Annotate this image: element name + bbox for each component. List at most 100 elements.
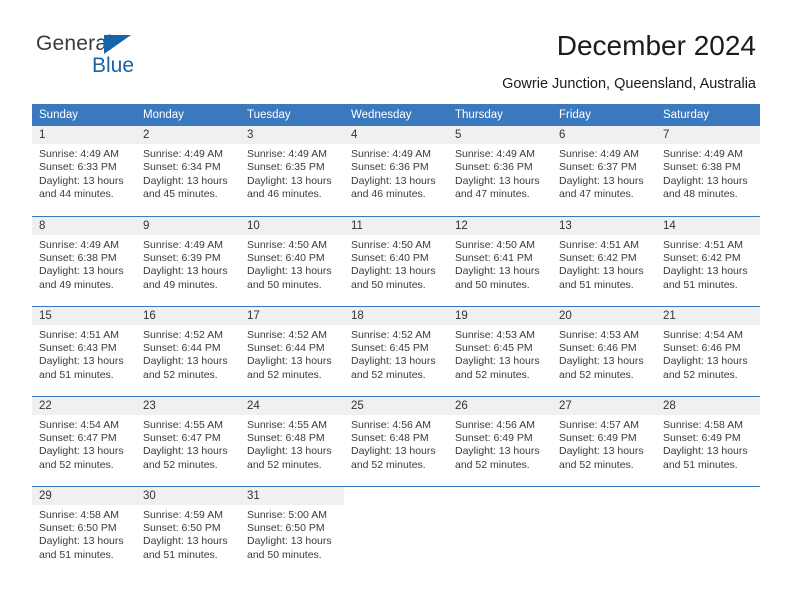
day-cell[interactable]: 8 Sunrise: 4:49 AM Sunset: 6:38 PM Daylight… bbox=[32, 215, 136, 306]
day-details: Sunrise: 4:49 AM Sunset: 6:35 PM Daylight:… bbox=[240, 144, 344, 202]
day-cell[interactable]: 2 Sunrise: 4:49 AM Sunset: 6:34 PM Daylight… bbox=[136, 126, 240, 216]
day-cell[interactable]: 17 Sunrise: 4:52 AM Sunset: 6:44 PM Dayligh… bbox=[240, 305, 344, 396]
day-cell[interactable]: 12 Sunrise: 4:50 AM Sunset: 6:41 PM Dayligh… bbox=[448, 215, 552, 306]
weekday-header-monday: Monday bbox=[136, 104, 240, 126]
daylight-duration: Daylight: 13 hours and 52 minutes. bbox=[559, 445, 644, 471]
daylight-duration: Daylight: 13 hours and 51 minutes. bbox=[39, 535, 124, 561]
sunset-time: Sunset: 6:46 PM bbox=[559, 341, 637, 354]
day-cell[interactable]: 16 Sunrise: 4:52 AM Sunset: 6:44 PM Dayligh… bbox=[136, 305, 240, 396]
sunset-time: Sunset: 6:38 PM bbox=[39, 251, 117, 264]
day-number: 10 bbox=[240, 216, 344, 235]
daylight-duration: Daylight: 13 hours and 52 minutes. bbox=[351, 445, 436, 471]
daylight-duration: Daylight: 13 hours and 49 minutes. bbox=[39, 265, 124, 291]
day-cell-empty bbox=[448, 485, 552, 576]
day-number: 21 bbox=[656, 306, 760, 325]
weekday-header-tuesday: Tuesday bbox=[240, 104, 344, 126]
day-number: 1 bbox=[32, 126, 136, 144]
day-number: 24 bbox=[240, 396, 344, 415]
daylight-duration: Daylight: 13 hours and 52 minutes. bbox=[247, 445, 332, 471]
day-number: 6 bbox=[552, 126, 656, 144]
day-details: Sunrise: 4:52 AM Sunset: 6:45 PM Daylight:… bbox=[344, 325, 448, 383]
day-cell[interactable]: 10 Sunrise: 4:50 AM Sunset: 6:40 PM Dayligh… bbox=[240, 215, 344, 306]
day-details: Sunrise: 4:53 AM Sunset: 6:46 PM Daylight:… bbox=[552, 325, 656, 383]
day-cell-empty bbox=[344, 485, 448, 576]
sunset-time: Sunset: 6:50 PM bbox=[39, 521, 117, 534]
day-number: 23 bbox=[136, 396, 240, 415]
day-cell[interactable]: 18 Sunrise: 4:52 AM Sunset: 6:45 PM Dayligh… bbox=[344, 305, 448, 396]
sunset-time: Sunset: 6:43 PM bbox=[39, 341, 117, 354]
day-details: Sunrise: 4:55 AM Sunset: 6:48 PM Daylight:… bbox=[240, 415, 344, 473]
day-number bbox=[656, 486, 760, 505]
sunrise-time: Sunrise: 4:50 AM bbox=[247, 238, 327, 251]
daylight-duration: Daylight: 13 hours and 52 minutes. bbox=[663, 355, 748, 381]
day-cell[interactable]: 22 Sunrise: 4:54 AM Sunset: 6:47 PM Dayligh… bbox=[32, 395, 136, 486]
calendar-page: General Blue December 2024 Gowrie Juncti… bbox=[0, 0, 792, 612]
day-cell[interactable]: 20 Sunrise: 4:53 AM Sunset: 6:46 PM Dayligh… bbox=[552, 305, 656, 396]
weekday-header-sunday: Sunday bbox=[32, 104, 136, 126]
day-cell[interactable]: 1 Sunrise: 4:49 AM Sunset: 6:33 PM Daylight… bbox=[32, 126, 136, 216]
day-number bbox=[448, 486, 552, 505]
day-number bbox=[552, 486, 656, 505]
day-cell[interactable]: 27 Sunrise: 4:57 AM Sunset: 6:49 PM Dayligh… bbox=[552, 395, 656, 486]
sunrise-time: Sunrise: 4:49 AM bbox=[663, 148, 743, 160]
day-number: 25 bbox=[344, 396, 448, 415]
daylight-duration: Daylight: 13 hours and 51 minutes. bbox=[143, 535, 228, 561]
weekday-header-friday: Friday bbox=[552, 104, 656, 126]
day-cell[interactable]: 5 Sunrise: 4:49 AM Sunset: 6:36 PM Daylight… bbox=[448, 126, 552, 216]
daylight-duration: Daylight: 13 hours and 51 minutes. bbox=[663, 265, 748, 291]
day-number: 29 bbox=[32, 486, 136, 505]
day-number: 31 bbox=[240, 486, 344, 505]
day-cell[interactable]: 25 Sunrise: 4:56 AM Sunset: 6:48 PM Dayligh… bbox=[344, 395, 448, 486]
day-number: 5 bbox=[448, 126, 552, 144]
day-details: Sunrise: 4:58 AM Sunset: 6:50 PM Daylight:… bbox=[32, 505, 136, 563]
day-cell[interactable]: 28 Sunrise: 4:58 AM Sunset: 6:49 PM Dayligh… bbox=[656, 395, 760, 486]
sunrise-time: Sunrise: 4:49 AM bbox=[351, 148, 431, 160]
day-details: Sunrise: 4:49 AM Sunset: 6:38 PM Daylight:… bbox=[32, 235, 136, 293]
brand-logo[interactable]: General Blue bbox=[36, 33, 236, 81]
sunrise-time: Sunrise: 4:58 AM bbox=[663, 418, 743, 431]
day-number: 30 bbox=[136, 486, 240, 505]
day-cell[interactable]: 3 Sunrise: 4:49 AM Sunset: 6:35 PM Daylight… bbox=[240, 126, 344, 216]
day-details: Sunrise: 4:59 AM Sunset: 6:50 PM Daylight:… bbox=[136, 505, 240, 563]
daylight-duration: Daylight: 13 hours and 52 minutes. bbox=[559, 355, 644, 381]
day-cell[interactable]: 14 Sunrise: 4:51 AM Sunset: 6:42 PM Dayligh… bbox=[656, 215, 760, 306]
day-details: Sunrise: 5:00 AM Sunset: 6:50 PM Daylight:… bbox=[240, 505, 344, 563]
day-cell[interactable]: 21 Sunrise: 4:54 AM Sunset: 6:46 PM Dayligh… bbox=[656, 305, 760, 396]
sunset-time: Sunset: 6:42 PM bbox=[559, 251, 637, 264]
day-cell[interactable]: 9 Sunrise: 4:49 AM Sunset: 6:39 PM Daylight… bbox=[136, 215, 240, 306]
sunset-time: Sunset: 6:45 PM bbox=[455, 341, 533, 354]
day-cell[interactable]: 26 Sunrise: 4:56 AM Sunset: 6:49 PM Dayligh… bbox=[448, 395, 552, 486]
sunrise-time: Sunrise: 4:49 AM bbox=[247, 148, 327, 160]
calendar-body: 1 Sunrise: 4:49 AM Sunset: 6:33 PM Daylight… bbox=[32, 126, 760, 576]
day-cell[interactable]: 7 Sunrise: 4:49 AM Sunset: 6:38 PM Daylight… bbox=[656, 126, 760, 216]
day-cell[interactable]: 11 Sunrise: 4:50 AM Sunset: 6:40 PM Dayligh… bbox=[344, 215, 448, 306]
sunrise-time: Sunrise: 4:49 AM bbox=[39, 148, 119, 160]
sunset-time: Sunset: 6:49 PM bbox=[559, 431, 637, 444]
daylight-duration: Daylight: 13 hours and 44 minutes. bbox=[39, 174, 124, 201]
day-details: Sunrise: 4:51 AM Sunset: 6:43 PM Daylight:… bbox=[32, 325, 136, 383]
day-number: 26 bbox=[448, 396, 552, 415]
day-cell[interactable]: 24 Sunrise: 4:55 AM Sunset: 6:48 PM Dayligh… bbox=[240, 395, 344, 486]
day-cell[interactable]: 15 Sunrise: 4:51 AM Sunset: 6:43 PM Dayligh… bbox=[32, 305, 136, 396]
sunrise-time: Sunrise: 4:55 AM bbox=[247, 418, 327, 431]
day-details: Sunrise: 4:50 AM Sunset: 6:41 PM Daylight:… bbox=[448, 235, 552, 293]
day-details: Sunrise: 4:50 AM Sunset: 6:40 PM Daylight:… bbox=[344, 235, 448, 293]
day-cell[interactable]: 4 Sunrise: 4:49 AM Sunset: 6:36 PM Daylight… bbox=[344, 126, 448, 216]
sunset-time: Sunset: 6:45 PM bbox=[351, 341, 429, 354]
day-details: Sunrise: 4:54 AM Sunset: 6:46 PM Daylight:… bbox=[656, 325, 760, 383]
day-cell[interactable]: 6 Sunrise: 4:49 AM Sunset: 6:37 PM Daylight… bbox=[552, 126, 656, 216]
day-number: 4 bbox=[344, 126, 448, 144]
sunset-time: Sunset: 6:44 PM bbox=[247, 341, 325, 354]
sunrise-time: Sunrise: 4:52 AM bbox=[351, 328, 431, 341]
sunset-time: Sunset: 6:41 PM bbox=[455, 251, 533, 264]
day-cell[interactable]: 31 Sunrise: 5:00 AM Sunset: 6:50 PM Dayligh… bbox=[240, 485, 344, 576]
day-cell[interactable]: 29 Sunrise: 4:58 AM Sunset: 6:50 PM Dayligh… bbox=[32, 485, 136, 576]
day-cell[interactable]: 13 Sunrise: 4:51 AM Sunset: 6:42 PM Dayligh… bbox=[552, 215, 656, 306]
day-cell-empty bbox=[552, 485, 656, 576]
day-cell[interactable]: 19 Sunrise: 4:53 AM Sunset: 6:45 PM Dayligh… bbox=[448, 305, 552, 396]
day-cell[interactable]: 23 Sunrise: 4:55 AM Sunset: 6:47 PM Dayligh… bbox=[136, 395, 240, 486]
day-details: Sunrise: 4:52 AM Sunset: 6:44 PM Daylight:… bbox=[240, 325, 344, 383]
day-cell[interactable]: 30 Sunrise: 4:59 AM Sunset: 6:50 PM Dayligh… bbox=[136, 485, 240, 576]
daylight-duration: Daylight: 13 hours and 52 minutes. bbox=[143, 445, 228, 471]
sunset-time: Sunset: 6:39 PM bbox=[143, 251, 221, 264]
